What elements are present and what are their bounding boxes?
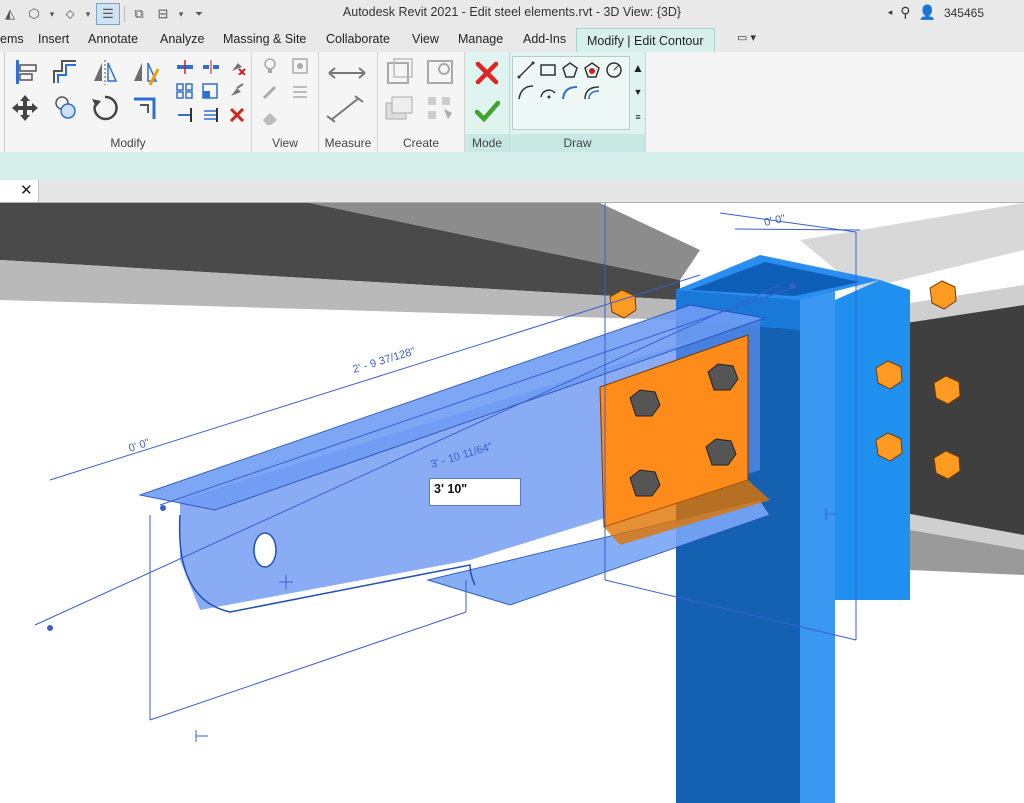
tab-systems[interactable]: ems — [0, 32, 24, 46]
delete-icon[interactable] — [227, 106, 247, 124]
draw-line-icon[interactable] — [516, 60, 536, 80]
3d-viewport[interactable]: 0' 0" 0' 0" 2' - 9 37/128" 3' - 10 11/64… — [0, 203, 1024, 803]
window-title: Autodesk Revit 2021 - Edit steel element… — [342, 5, 682, 19]
create-group-icon[interactable] — [382, 92, 418, 124]
split-element-icon[interactable] — [175, 58, 195, 76]
unpin-icon[interactable] — [227, 58, 247, 76]
finish-edit-icon[interactable] — [471, 96, 503, 126]
dimension-grip[interactable] — [160, 505, 166, 511]
dimension-grip[interactable] — [47, 625, 53, 631]
flip-control-icon[interactable] — [195, 730, 208, 742]
binoculars-icon[interactable]: ⚲ — [900, 4, 910, 21]
dimension-grip[interactable] — [790, 283, 796, 289]
tab-annotate[interactable]: Annotate — [88, 32, 138, 46]
override-graphics-icon[interactable] — [288, 56, 312, 76]
tab-analyze[interactable]: Analyze — [160, 32, 204, 46]
panel-label-mode: Mode — [465, 134, 509, 152]
panel-label-measure: Measure — [324, 136, 372, 150]
ribbon-minimize-icon[interactable]: ▭ ▾ — [737, 31, 763, 47]
view-tab-bar: ✕ — [0, 180, 1024, 203]
draw-circumscribed-polygon-icon[interactable] — [582, 60, 602, 80]
draw-inscribed-polygon-icon[interactable] — [560, 60, 580, 80]
scale-icon[interactable] — [201, 82, 221, 100]
panel-create: Create — [378, 52, 465, 152]
draw-circle-icon[interactable] — [604, 60, 624, 80]
view-tab-3d[interactable]: ✕ — [0, 180, 39, 202]
tab-collaborate[interactable]: Collaborate — [326, 32, 390, 46]
draw-rectangle-icon[interactable] — [538, 60, 558, 80]
panel-view: View — [252, 52, 319, 152]
eraser-icon[interactable] — [258, 108, 282, 128]
linework-brush-icon[interactable] — [258, 82, 282, 102]
move-icon[interactable] — [9, 92, 41, 124]
create-similar-icon[interactable] — [422, 92, 458, 124]
split-with-gap-icon[interactable] — [201, 58, 221, 76]
draw-start-end-radius-arc-icon[interactable] — [516, 82, 536, 102]
tab-insert[interactable]: Insert — [38, 32, 69, 46]
panel-modify: Modify — [5, 52, 252, 152]
trim-extend-multiple-icon[interactable] — [201, 106, 221, 124]
dimension-top[interactable]: 0' 0" — [763, 213, 786, 229]
tab-modify-edit-contour[interactable]: Modify | Edit Contour — [576, 28, 715, 53]
close-view-icon[interactable]: ✕ — [20, 181, 33, 199]
create-assembly-icon[interactable] — [382, 56, 418, 88]
rotate-icon[interactable] — [89, 92, 121, 124]
draw-center-ends-arc-icon[interactable] — [538, 82, 558, 102]
title-right-area: ◂ ⚲ 👤 345465 — [888, 4, 984, 21]
tab-add-ins[interactable]: Add-Ins — [523, 32, 566, 46]
copy-icon[interactable] — [49, 92, 81, 124]
pin-icon[interactable] — [227, 82, 247, 100]
panel-label-draw: Draw — [510, 134, 645, 152]
draw-fillet-arc-icon[interactable] — [582, 82, 602, 102]
draw-tangent-arc-icon[interactable] — [560, 82, 580, 102]
measure-between-references-icon[interactable] — [323, 58, 371, 88]
channel-beam-hole[interactable] — [253, 532, 277, 568]
expand-left-icon[interactable]: ◂ — [888, 7, 893, 18]
offset-icon[interactable] — [49, 56, 81, 88]
trim-extend-single-icon[interactable] — [175, 106, 195, 124]
trim-extend-corner-icon[interactable] — [129, 92, 161, 124]
user-icon[interactable]: 👤 — [919, 4, 936, 21]
user-id[interactable]: 345465 — [944, 6, 984, 20]
aligned-dimension-icon[interactable] — [323, 94, 371, 124]
gallery-scroll-down-icon[interactable]: ▼ — [632, 82, 644, 102]
display-options-icon[interactable] — [288, 82, 312, 102]
options-bar — [0, 152, 1024, 181]
dimension-diagonal-long[interactable]: 2' - 9 37/128" — [351, 345, 416, 375]
steel-column-side[interactable] — [800, 275, 835, 803]
tab-massing-site[interactable]: Massing & Site — [223, 32, 306, 46]
panel-label-modify: Modify — [110, 136, 146, 150]
panel-measure: Measure — [319, 52, 378, 152]
array-icon[interactable] — [175, 82, 195, 100]
mirror-draw-axis-icon[interactable] — [129, 56, 161, 88]
dimension-edit-field[interactable]: 3' 10" — [429, 478, 521, 506]
mirror-pick-axis-icon[interactable] — [89, 56, 121, 88]
cancel-edit-icon[interactable] — [471, 58, 503, 88]
tab-manage[interactable]: Manage — [458, 32, 503, 46]
hide-lightbulb-icon[interactable] — [258, 56, 282, 76]
ribbon-tab-bar: ems Insert Annotate Analyze Massing & Si… — [0, 28, 1024, 53]
panel-draw: ▲ ▼ ≡ Draw — [510, 52, 646, 152]
panel-label-create: Create — [402, 136, 440, 150]
align-icon[interactable] — [9, 56, 41, 88]
panel-mode: Mode — [465, 52, 510, 152]
gallery-scroll-up-icon[interactable]: ▲ — [632, 58, 644, 78]
dimension-left[interactable]: 0' 0" — [127, 437, 151, 455]
create-parts-icon[interactable] — [422, 56, 458, 88]
ribbon: Modify View Measure Create Mode ▲ ▼ ≡ Dr… — [0, 52, 1024, 152]
title-bar: ◭ ⬡ ▾ ⬦ ▾ ☰ ⧉ ⊟ ▾ ⏷ Autodesk Revit 2021 … — [0, 0, 1024, 28]
gallery-expand-icon[interactable]: ≡ — [632, 108, 644, 126]
tab-view[interactable]: View — [412, 32, 439, 46]
panel-label-view: View — [272, 136, 298, 150]
